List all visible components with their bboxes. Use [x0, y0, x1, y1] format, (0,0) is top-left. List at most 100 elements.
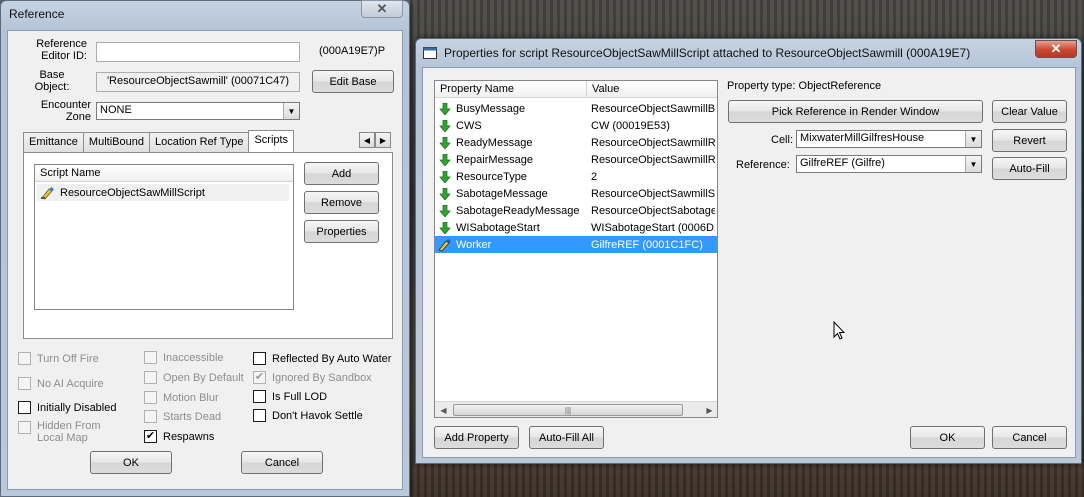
- property-row[interactable]: SabotageReadyMessage ResourceObjectSabota…: [435, 202, 717, 219]
- green-down-arrow-icon: [439, 204, 451, 217]
- dont-havok-settle-checkbox[interactable]: Don't Havok Settle: [253, 409, 363, 422]
- revert-button[interactable]: Revert: [992, 129, 1067, 152]
- property-name: SabotageMessage: [456, 187, 548, 200]
- open-by-default-checkbox[interactable]: Open By Default: [144, 371, 244, 384]
- chevron-down-icon: ▼: [283, 103, 299, 119]
- green-down-arrow-icon: [439, 119, 451, 132]
- editor-id-label: Reference Editor ID:: [36, 38, 87, 62]
- cell-dropdown[interactable]: MixwaterMillGilfresHouse ▼: [796, 130, 982, 148]
- scrollbar-thumb[interactable]: |||: [453, 404, 683, 416]
- tab-scroll-left-icon[interactable]: ◀: [359, 132, 375, 148]
- green-down-arrow-icon: [439, 187, 451, 200]
- property-name-cell: WISabotageStart: [435, 221, 587, 234]
- tab-location-ref-type[interactable]: Location Ref Type: [148, 132, 250, 152]
- property-row[interactable]: ResourceType 2: [435, 168, 717, 185]
- property-value: ResourceObjectSawmillRea: [591, 136, 715, 149]
- auto-fill-button[interactable]: Auto-Fill: [992, 157, 1067, 180]
- starts-dead-checkbox[interactable]: Starts Dead: [144, 410, 221, 423]
- close-button[interactable]: ✕: [361, 0, 403, 18]
- ok-button[interactable]: OK: [90, 451, 172, 474]
- property-row[interactable]: RepairMessage ResourceObjectSawmillRep: [435, 151, 717, 168]
- green-down-arrow-icon: [439, 153, 451, 166]
- cancel-button[interactable]: Cancel: [241, 451, 323, 474]
- reference-tabs: Emittance MultiBound Location Ref Type S…: [23, 130, 295, 152]
- property-value: WISabotageStart (0006D1: [591, 221, 715, 234]
- scroll-right-icon[interactable]: ▶: [701, 402, 717, 417]
- hidden-from-local-map-checkbox[interactable]: Hidden From Local Map: [18, 420, 107, 444]
- properties-window: Properties for script ResourceObjectSawM…: [415, 38, 1082, 464]
- initially-disabled-checkbox[interactable]: Initially Disabled: [18, 401, 116, 414]
- encounter-zone-value: NONE: [100, 104, 132, 116]
- respawns-checkbox[interactable]: ✔ Respawns: [144, 430, 214, 443]
- remove-script-button[interactable]: Remove: [304, 191, 379, 214]
- property-name-cell: CWS: [435, 119, 587, 132]
- cell-label: Cell:: [771, 134, 794, 146]
- pick-reference-button[interactable]: Pick Reference in Render Window: [728, 100, 983, 123]
- inaccessible-checkbox[interactable]: Inaccessible: [144, 351, 224, 364]
- cancel-button[interactable]: Cancel: [992, 426, 1067, 449]
- editor-id-code: (000A19E7)P: [319, 45, 386, 57]
- reference-dropdown[interactable]: GilfreREF (Gilfre) ▼: [796, 155, 982, 173]
- respawns-label: Respawns: [163, 430, 215, 443]
- property-value: GilfreREF (0001C1FC): [591, 238, 703, 251]
- no-ai-acquire-checkbox[interactable]: No AI Acquire: [18, 377, 104, 390]
- property-row[interactable]: CWS CW (00019E53): [435, 117, 717, 134]
- horizontal-scrollbar[interactable]: ◀ ||| ▶: [435, 401, 717, 417]
- reflected-by-auto-water-checkbox[interactable]: Reflected By Auto Water: [253, 352, 391, 365]
- cell-value: MixwaterMillGilfresHouse: [800, 132, 925, 144]
- property-row[interactable]: SabotageMessage ResourceObjectSawmillSab: [435, 185, 717, 202]
- ignored-by-sandbox-checkbox[interactable]: ✔ Ignored By Sandbox: [253, 371, 372, 384]
- edit-base-button[interactable]: Edit Base: [312, 70, 394, 93]
- script-list-item[interactable]: ResourceObjectSawMillScript: [37, 184, 289, 201]
- script-name-header[interactable]: Script Name: [35, 165, 293, 182]
- reflected-by-auto-water-label: Reflected By Auto Water: [272, 352, 392, 365]
- green-down-arrow-icon: [439, 102, 451, 115]
- green-down-arrow-icon: [439, 221, 451, 234]
- motion-blur-checkbox[interactable]: Motion Blur: [144, 391, 219, 404]
- clear-value-button[interactable]: Clear Value: [992, 100, 1067, 123]
- no-ai-acquire-label: No AI Acquire: [37, 377, 104, 390]
- tab-scroll-right-icon[interactable]: ▶: [375, 132, 391, 148]
- scroll-left-icon[interactable]: ◀: [435, 402, 452, 417]
- starts-dead-label: Starts Dead: [163, 410, 222, 423]
- tab-multibound[interactable]: MultiBound: [82, 132, 150, 152]
- property-name-cell: BusyMessage: [435, 102, 587, 115]
- script-icon: [41, 186, 54, 199]
- property-name-cell: SabotageReadyMessage: [435, 204, 587, 217]
- script-list[interactable]: Script Name ResourceObjectSawMillScript: [34, 164, 294, 310]
- window-title: Properties for script ResourceObjectSawM…: [444, 46, 971, 60]
- is-full-lod-checkbox[interactable]: Is Full LOD: [253, 390, 327, 403]
- close-button[interactable]: ✕: [1035, 40, 1077, 58]
- property-name: ResourceType: [456, 170, 527, 183]
- green-down-arrow-icon: [439, 170, 451, 183]
- tab-scroll-arrows: ◀ ▶: [359, 132, 391, 148]
- property-name-header[interactable]: Property Name: [435, 81, 587, 98]
- turn-off-fire-checkbox[interactable]: Turn Off Fire: [18, 352, 99, 365]
- property-name: WISabotageStart: [456, 221, 540, 234]
- properties-button[interactable]: Properties: [304, 220, 379, 243]
- encounter-zone-dropdown[interactable]: NONE ▼: [96, 102, 300, 120]
- property-row[interactable]: Worker GilfreREF (0001C1FC): [435, 236, 717, 253]
- property-row[interactable]: BusyMessage ResourceObjectSawmillBus: [435, 100, 717, 117]
- tab-scripts[interactable]: Scripts: [248, 130, 295, 152]
- property-row[interactable]: ReadyMessage ResourceObjectSawmillRea: [435, 134, 717, 151]
- encounter-zone-label: Encounter Zone: [40, 99, 91, 123]
- property-name-cell: SabotageMessage: [435, 187, 587, 200]
- tab-emittance[interactable]: Emittance: [23, 132, 84, 152]
- property-value: ResourceObjectSawmillBus: [591, 102, 715, 115]
- property-list[interactable]: Property Name Value BusyMessage ResourceO…: [434, 80, 718, 418]
- mouse-cursor-icon: [833, 321, 845, 340]
- editor-id-field[interactable]: [96, 42, 300, 62]
- property-name: SabotageReadyMessage: [456, 204, 580, 217]
- add-script-button[interactable]: Add: [304, 162, 379, 185]
- add-property-button[interactable]: Add Property: [434, 426, 519, 449]
- property-value: ResourceObjectSabotageR: [591, 204, 715, 217]
- ok-button[interactable]: OK: [910, 426, 985, 449]
- hidden-from-local-map-label: Hidden From Local Map: [37, 420, 101, 444]
- property-row[interactable]: WISabotageStart WISabotageStart (0006D1: [435, 219, 717, 236]
- property-value: ResourceObjectSawmillRep: [591, 153, 715, 166]
- dont-havok-settle-label: Don't Havok Settle: [272, 409, 363, 422]
- auto-fill-all-button[interactable]: Auto-Fill All: [529, 426, 604, 449]
- reference-window: Reference ✕ Reference Editor ID: (000A19…: [0, 0, 410, 497]
- value-header[interactable]: Value: [587, 81, 717, 98]
